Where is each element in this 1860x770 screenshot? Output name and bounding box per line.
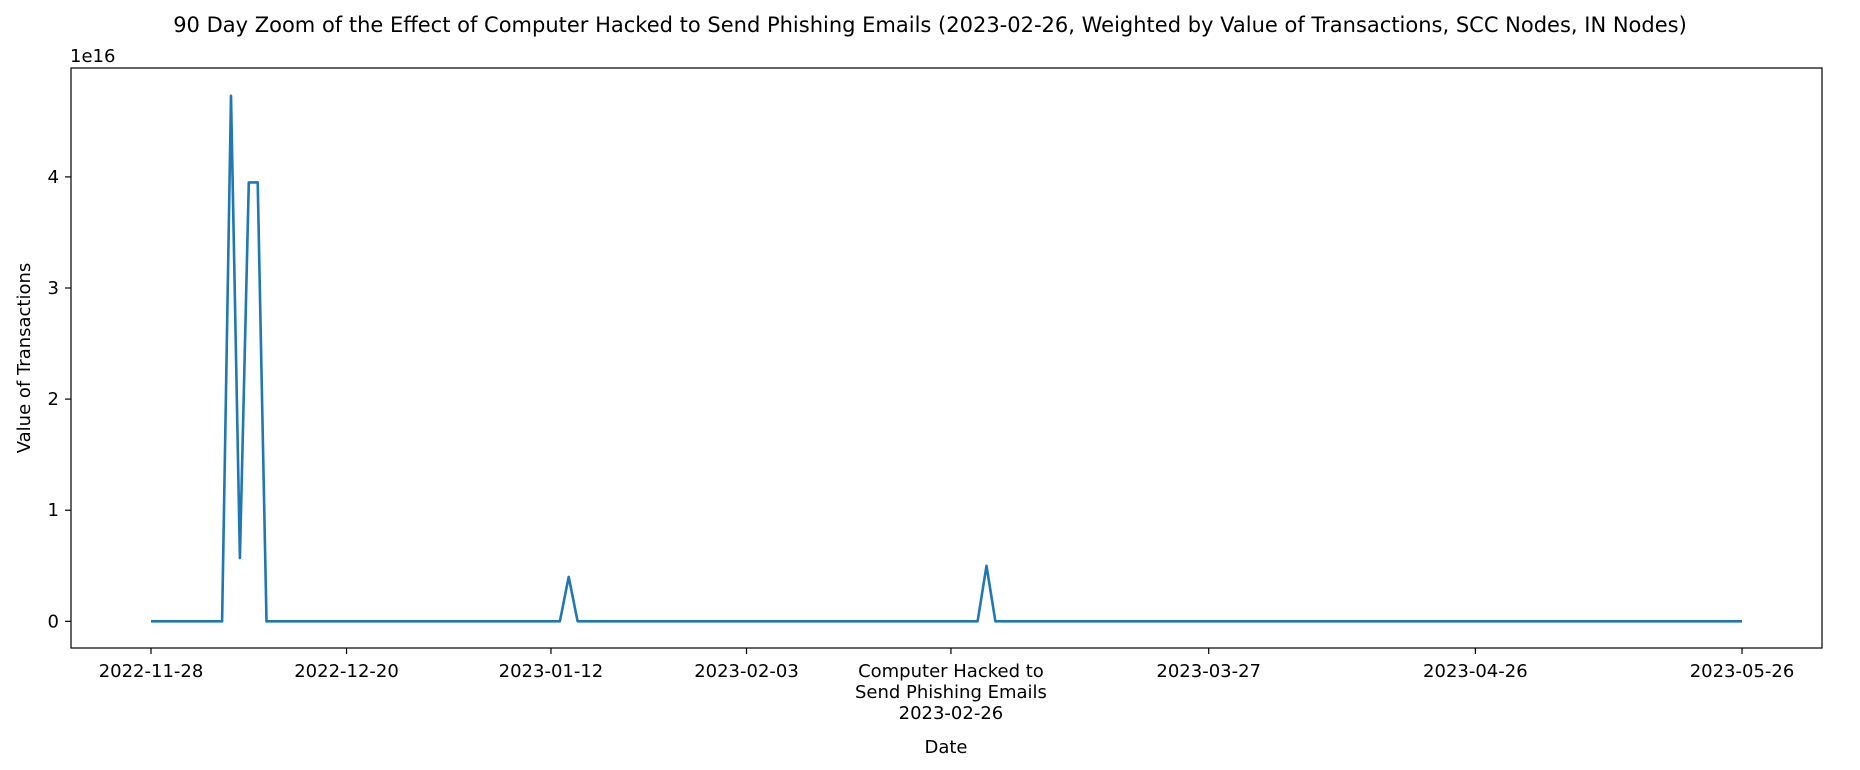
x-tick-label: 2023-05-26 <box>1690 661 1795 682</box>
y-tick-label: 3 <box>48 278 59 299</box>
x-tick-label: 2023-03-27 <box>1156 661 1261 682</box>
chart: 90 Day Zoom of the Effect of Computer Ha… <box>14 13 1823 758</box>
y-tick-label: 1 <box>48 500 59 521</box>
y-offset-label: 1e16 <box>70 46 115 67</box>
y-tick-label: 2 <box>48 389 59 410</box>
x-axis: 2022-11-28 2022-12-20 2023-01-12 2023-02-03… <box>99 648 1795 724</box>
chart-title: 90 Day Zoom of the Effect of Computer Ha… <box>173 13 1687 37</box>
y-axis-label: Value of Transactions <box>14 263 35 454</box>
x-tick-label: 2023-02-03 <box>694 661 799 682</box>
y-tick-label: 4 <box>48 167 59 188</box>
x-tick-label: 2022-11-28 <box>99 661 204 682</box>
event-marker-label: 2023-02-26 <box>899 703 1004 724</box>
series-line <box>151 94 1742 623</box>
x-axis-label: Date <box>924 737 967 758</box>
x-tick-label: 2023-01-12 <box>499 661 604 682</box>
x-tick-label: 2022-12-20 <box>294 661 399 682</box>
event-marker-label: Send Phishing Emails <box>855 682 1047 703</box>
y-tick-label: 0 <box>48 611 59 632</box>
x-tick-label: 2023-04-26 <box>1423 661 1528 682</box>
event-marker-label: Computer Hacked to <box>858 661 1044 682</box>
y-axis: 0 1 2 3 4 <box>48 167 71 632</box>
plot-area <box>70 67 1823 649</box>
